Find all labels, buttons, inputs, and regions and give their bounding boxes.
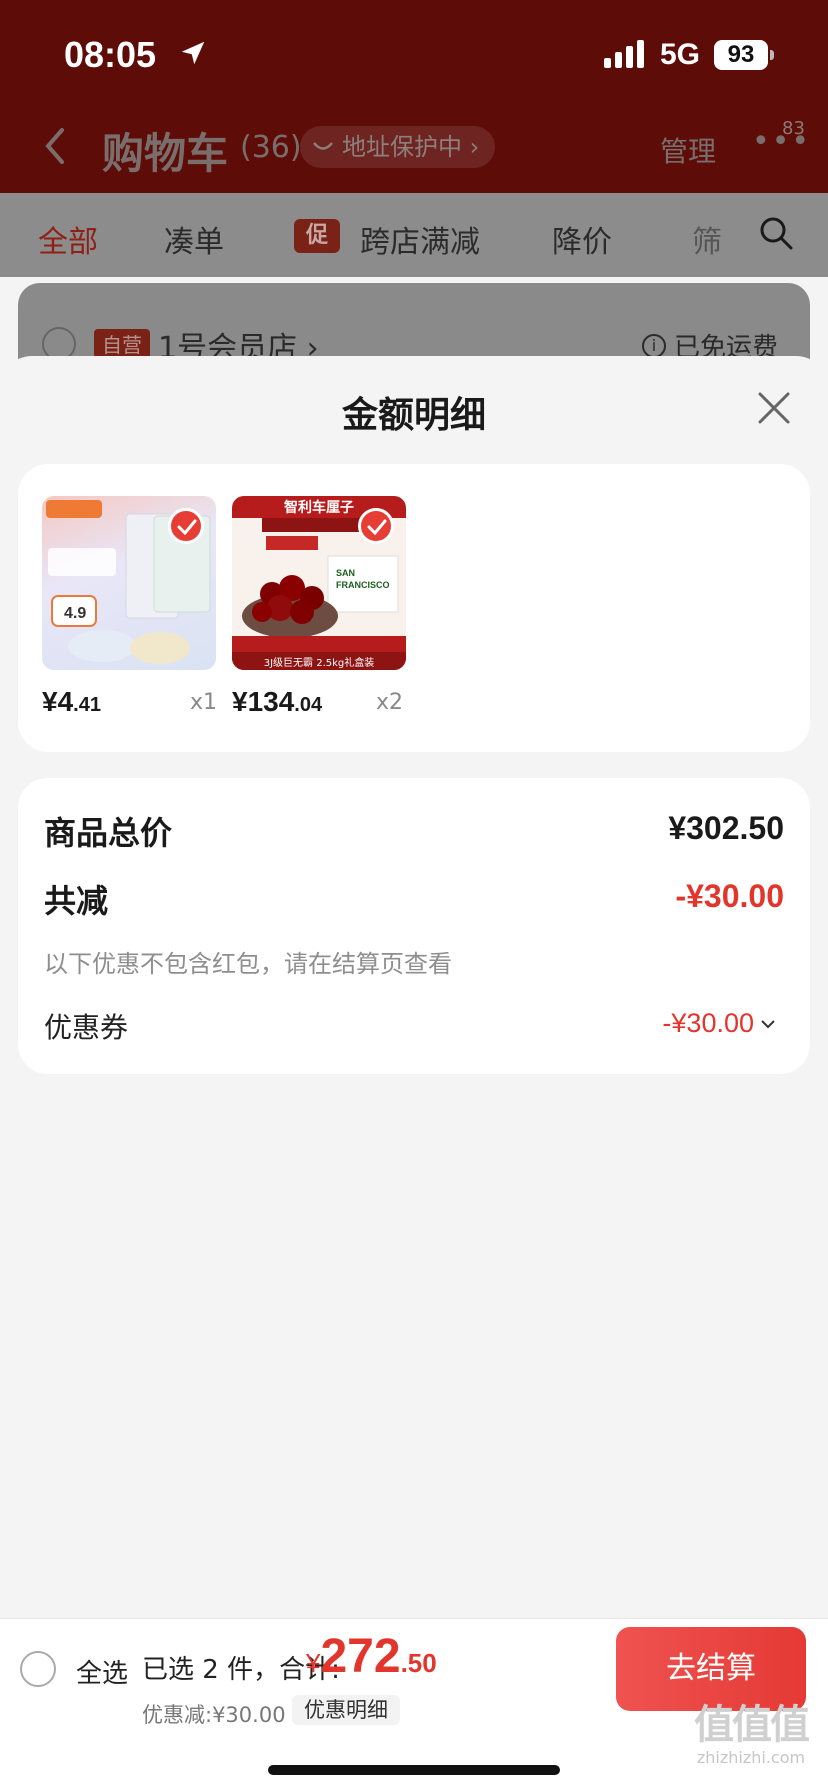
page-title: 购物车: [102, 129, 229, 178]
tab-cross-store[interactable]: 跨店满减: [360, 217, 480, 261]
discount-summary: 优惠减:¥30.00: [142, 1703, 286, 1727]
promo-tag: 促: [294, 219, 340, 253]
subtotal-value: ¥302.50: [668, 810, 784, 846]
total-dec: .50: [400, 1648, 437, 1678]
address-pill-label: 地址保护中 ›: [342, 133, 480, 161]
cart-count: (36): [240, 130, 302, 165]
tab-bundle[interactable]: 凑单: [164, 217, 224, 261]
back-icon[interactable]: [40, 126, 70, 166]
price-summary-card: 商品总价 ¥302.50 共减 -¥30.00 以下优惠不包含红包，请在结算页查…: [18, 778, 810, 1074]
header: 08:05 5G 93 购物车 (36) 地址保护中 › 管理 ••• 83: [0, 0, 828, 193]
discount-note: 以下优惠不包含红包，请在结算页查看: [44, 950, 452, 978]
product-image-towel[interactable]: 4.9: [42, 496, 216, 670]
item-price-int: ¥134: [232, 686, 295, 717]
coupon-label: 优惠券: [44, 1011, 129, 1044]
subtotal-label: 商品总价: [44, 814, 173, 852]
discount-detail-button[interactable]: 优惠明细: [292, 1695, 400, 1725]
item-price-dec: .04: [294, 694, 323, 716]
svg-text:4.9: 4.9: [64, 605, 86, 622]
chevron-down-icon: [761, 1019, 775, 1028]
store-card: 自营 1号会员店 › i 已免运费: [18, 283, 810, 366]
smile-icon: [313, 142, 333, 150]
filter-tabs: 全部 凑单 促 跨店满减 降价 筛: [0, 193, 828, 277]
network-type: 5G: [660, 38, 701, 71]
amount-detail-sheet: 金额明细 4.9 ¥4.41 x1 SAN FRANCISCO 智利车厘子 3J…: [0, 356, 828, 1618]
svg-text:SAN: SAN: [336, 568, 355, 578]
selected-items-card: 4.9 ¥4.41 x1 SAN FRANCISCO 智利车厘子 3J级巨无霸 …: [18, 464, 810, 752]
selected-check-icon[interactable]: [168, 508, 204, 544]
watermark-logo: 值值值: [694, 1702, 810, 1748]
search-icon[interactable]: [758, 215, 794, 251]
item-price-dec: .41: [73, 694, 101, 716]
item-price-int: ¥4: [42, 686, 74, 717]
signal-icon: [604, 40, 644, 68]
location-arrow-icon: [181, 41, 205, 65]
item-price: ¥134.04: [232, 686, 322, 718]
discount-value: -¥30.00: [675, 878, 784, 914]
total-int: 272: [320, 1630, 401, 1683]
product-subtitle: 3J级巨无霸 2.5kg礼盒装: [263, 658, 375, 669]
status-time: 08:05: [64, 34, 157, 75]
item-qty: x2: [376, 690, 404, 715]
home-indicator: [268, 1765, 560, 1775]
tab-price-drop[interactable]: 降价: [552, 217, 612, 261]
address-protection-pill[interactable]: 地址保护中 ›: [300, 126, 496, 168]
tab-all[interactable]: 全部: [38, 217, 98, 261]
watermark: 值值值 zhizhizhi.com: [676, 1702, 826, 1782]
checkout-button[interactable]: 去结算: [616, 1627, 806, 1711]
coupon-value: -¥30.00: [662, 1008, 754, 1038]
product-image-cherries[interactable]: SAN FRANCISCO 智利车厘子 3J级巨无霸 2.5kg礼盒装: [232, 496, 406, 670]
watermark-url: zhizhizhi.com: [696, 1748, 806, 1767]
total-currency: ¥: [306, 1648, 321, 1678]
info-icon[interactable]: i: [642, 333, 666, 358]
item-qty: x1: [190, 690, 218, 715]
manage-button[interactable]: 管理: [660, 130, 716, 170]
battery-icon: 93: [714, 40, 774, 70]
message-badge: 83: [782, 118, 805, 139]
selected-check-icon[interactable]: [358, 508, 394, 544]
select-all-radio[interactable]: [20, 1651, 56, 1687]
status-bar: 08:05 5G 93: [0, 0, 828, 110]
svg-text:FRANCISCO: FRANCISCO: [336, 580, 390, 590]
item-price: ¥4.41: [42, 686, 101, 718]
coupon-value-toggle[interactable]: -¥30.00: [662, 1008, 776, 1039]
discount-label: 共减: [44, 882, 109, 920]
tab-filter[interactable]: 筛: [692, 217, 722, 261]
close-icon[interactable]: [756, 390, 792, 426]
sheet-title: 金额明细: [341, 395, 486, 436]
total-price: ¥272.50: [306, 1629, 437, 1684]
select-all-label[interactable]: 全选: [76, 1653, 128, 1690]
